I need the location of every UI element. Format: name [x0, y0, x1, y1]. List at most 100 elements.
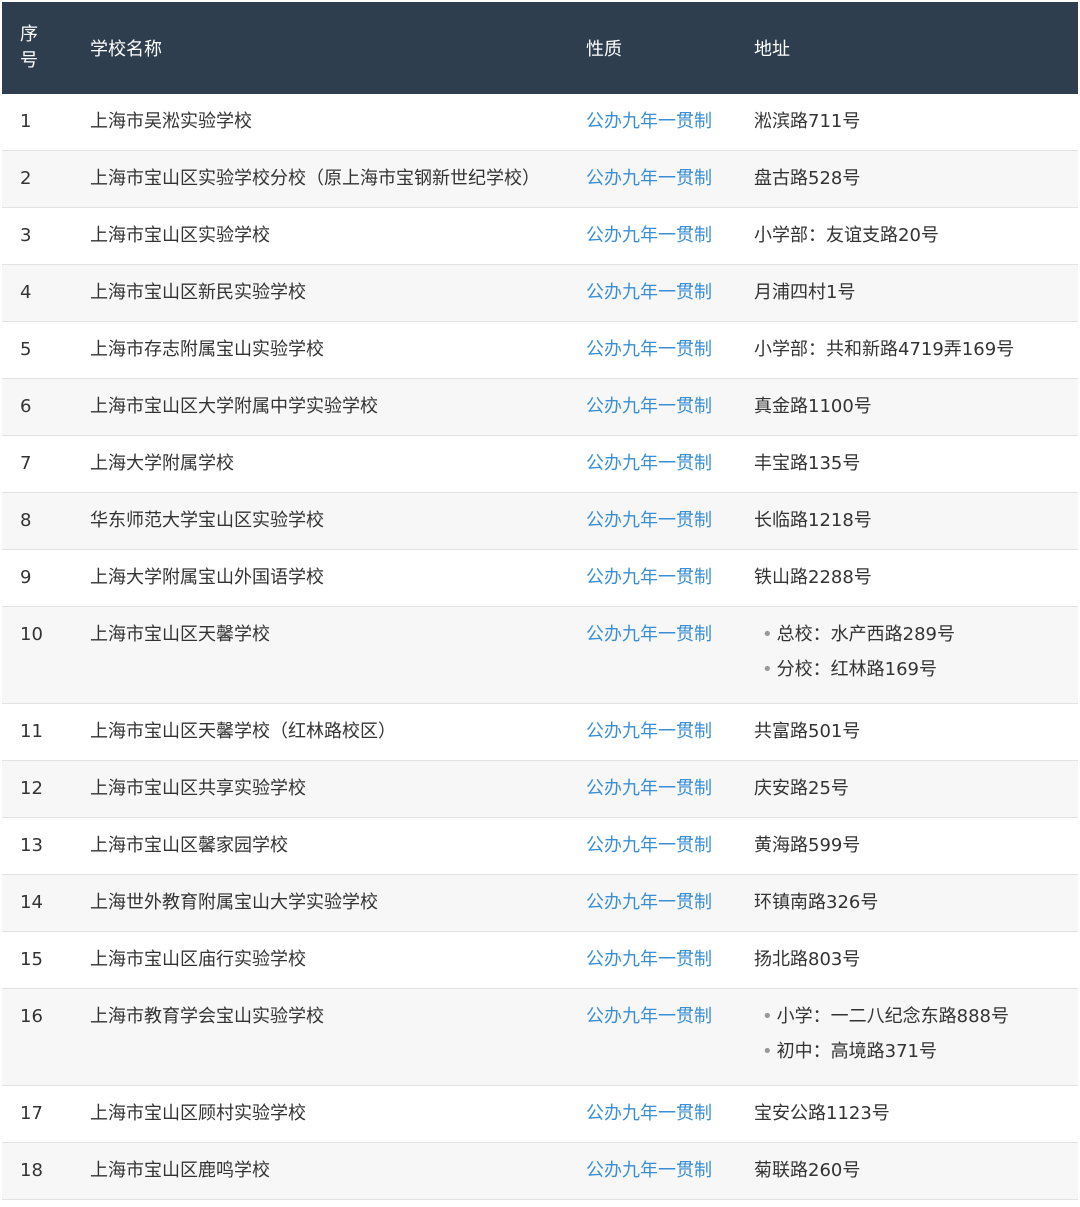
table-row: 13 上海市宝山区馨家园学校 公办九年一贯制 黄海路599号: [2, 818, 1078, 875]
school-address: • 小学：一二八纪念东路888号 • 初中：高境路371号: [752, 989, 1078, 1085]
school-name: 华东师范大学宝山区实验学校: [90, 510, 324, 531]
table-row: 4 上海市宝山区新民实验学校 公办九年一贯制 月浦四村1号: [2, 265, 1078, 322]
address-text: 小学：一二八纪念东路888号: [776, 1006, 1009, 1027]
school-type-link[interactable]: 公办九年一贯制: [584, 436, 752, 492]
table-row: 10 上海市宝山区天馨学校 公办九年一贯制 • 总校：水产西路289号 • 分校：红林路16…: [2, 607, 1078, 704]
row-number: 10: [20, 624, 43, 645]
header-name: 学校名称: [90, 39, 162, 60]
school-name: 上海市宝山区实验学校: [90, 225, 270, 246]
header-type: 性质: [586, 39, 622, 60]
school-address: 长临路1218号: [754, 510, 872, 531]
school-type-link[interactable]: 公办九年一贯制: [584, 1143, 752, 1199]
table-row: 15 上海市宝山区庙行实验学校 公办九年一贯制 扬北路803号: [2, 932, 1078, 989]
row-number: 5: [20, 339, 32, 360]
school-address: 小学部：共和新路4719弄169号: [754, 339, 1015, 360]
row-number: 3: [20, 225, 32, 246]
school-address: 盘古路528号: [754, 168, 861, 189]
school-type-link[interactable]: 公办九年一贯制: [584, 761, 752, 817]
address-list-item: • 小学：一二八纪念东路888号: [762, 1006, 1078, 1028]
row-number: 8: [20, 510, 32, 531]
table-body: 1 上海市吴淞实验学校 公办九年一贯制 淞滨路711号 2 上海市宝山区实验学校分校（原上…: [2, 94, 1078, 1200]
bullet-icon: •: [762, 1006, 773, 1027]
school-name: 上海市宝山区共享实验学校: [90, 778, 306, 799]
table-row: 11 上海市宝山区天馨学校（红林路校区） 公办九年一贯制 共富路501号: [2, 704, 1078, 761]
address-text: 分校：红林路169号: [776, 659, 937, 680]
bullet-icon: •: [762, 1041, 773, 1062]
school-type-link[interactable]: 公办九年一贯制: [584, 875, 752, 931]
school-name: 上海市宝山区馨家园学校: [90, 835, 288, 856]
address-list-item: • 分校：红林路169号: [762, 659, 1078, 681]
school-address: 黄海路599号: [754, 835, 861, 856]
school-type-link[interactable]: 公办九年一贯制: [584, 607, 752, 703]
school-address: 丰宝路135号: [754, 453, 861, 474]
table-row: 7 上海大学附属学校 公办九年一贯制 丰宝路135号: [2, 436, 1078, 493]
school-type-link[interactable]: 公办九年一贯制: [584, 493, 752, 549]
school-type-link[interactable]: 公办九年一贯制: [584, 818, 752, 874]
header-no: 序号: [20, 24, 38, 71]
table-row: 8 华东师范大学宝山区实验学校 公办九年一贯制 长临路1218号: [2, 493, 1078, 550]
school-address: 共富路501号: [754, 721, 861, 742]
row-number: 11: [20, 721, 43, 742]
table-row: 18 上海市宝山区鹿鸣学校 公办九年一贯制 菊联路260号: [2, 1143, 1078, 1200]
table-row: 12 上海市宝山区共享实验学校 公办九年一贯制 庆安路25号: [2, 761, 1078, 818]
school-name: 上海市吴淞实验学校: [90, 111, 252, 132]
school-type-link[interactable]: 公办九年一贯制: [584, 151, 752, 207]
table-row: 6 上海市宝山区大学附属中学实验学校 公办九年一贯制 真金路1100号: [2, 379, 1078, 436]
school-type-link[interactable]: 公办九年一贯制: [584, 208, 752, 264]
address-list: • 总校：水产西路289号 • 分校：红林路169号: [754, 624, 1078, 681]
table-row: 1 上海市吴淞实验学校 公办九年一贯制 淞滨路711号: [2, 94, 1078, 151]
school-address: 宝安公路1123号: [754, 1103, 890, 1124]
school-address: 小学部：友谊支路20号: [754, 225, 939, 246]
table-row: 14 上海世外教育附属宝山大学实验学校 公办九年一贯制 环镇南路326号: [2, 875, 1078, 932]
school-address: 庆安路25号: [754, 778, 849, 799]
school-name: 上海市宝山区新民实验学校: [90, 282, 306, 303]
school-name: 上海市存志附属宝山实验学校: [90, 339, 324, 360]
row-number: 6: [20, 396, 32, 417]
row-number: 2: [20, 168, 32, 189]
table-row: 17 上海市宝山区顾村实验学校 公办九年一贯制 宝安公路1123号: [2, 1086, 1078, 1143]
school-name: 上海大学附属宝山外国语学校: [90, 567, 324, 588]
school-type-link[interactable]: 公办九年一贯制: [584, 265, 752, 321]
school-address: 铁山路2288号: [754, 567, 872, 588]
school-name: 上海市宝山区天馨学校（红林路校区）: [90, 721, 396, 742]
row-number: 12: [20, 778, 43, 799]
school-name: 上海市宝山区实验学校分校（原上海市宝钢新世纪学校）: [90, 168, 540, 189]
school-address: 真金路1100号: [754, 396, 872, 417]
school-type-link[interactable]: 公办九年一贯制: [584, 932, 752, 988]
table-row: 16 上海市教育学会宝山实验学校 公办九年一贯制 • 小学：一二八纪念东路888号 • 初中…: [2, 989, 1078, 1086]
school-name: 上海世外教育附属宝山大学实验学校: [90, 892, 378, 913]
school-type-link[interactable]: 公办九年一贯制: [584, 550, 752, 606]
school-address: 菊联路260号: [754, 1160, 861, 1181]
row-number: 4: [20, 282, 32, 303]
header-address: 地址: [754, 39, 790, 60]
school-type-link[interactable]: 公办九年一贯制: [584, 379, 752, 435]
row-number: 17: [20, 1103, 43, 1124]
school-name: 上海市宝山区鹿鸣学校: [90, 1160, 270, 1181]
row-number: 1: [20, 111, 32, 132]
school-table: 序号 学校名称 性质 地址 1 上海市吴淞实验学校 公办九年一贯制 淞滨路711号 2 上…: [2, 2, 1078, 1200]
school-address: 环镇南路326号: [754, 892, 879, 913]
row-number: 16: [20, 1006, 43, 1027]
school-name: 上海大学附属学校: [90, 453, 234, 474]
row-number: 15: [20, 949, 43, 970]
table-row: 9 上海大学附属宝山外国语学校 公办九年一贯制 铁山路2288号: [2, 550, 1078, 607]
school-type-link[interactable]: 公办九年一贯制: [584, 322, 752, 378]
school-type-link[interactable]: 公办九年一贯制: [584, 1086, 752, 1142]
school-address: • 总校：水产西路289号 • 分校：红林路169号: [752, 607, 1078, 703]
school-name: 上海市宝山区天馨学校: [90, 624, 270, 645]
table-row: 5 上海市存志附属宝山实验学校 公办九年一贯制 小学部：共和新路4719弄169号: [2, 322, 1078, 379]
school-type-link[interactable]: 公办九年一贯制: [584, 94, 752, 150]
address-text: 初中：高境路371号: [776, 1041, 937, 1062]
bullet-icon: •: [762, 659, 773, 680]
table-row: 2 上海市宝山区实验学校分校（原上海市宝钢新世纪学校） 公办九年一贯制 盘古路528号: [2, 151, 1078, 208]
school-type-link[interactable]: 公办九年一贯制: [584, 989, 752, 1085]
school-name: 上海市宝山区庙行实验学校: [90, 949, 306, 970]
school-name: 上海市教育学会宝山实验学校: [90, 1006, 324, 1027]
row-number: 18: [20, 1160, 43, 1181]
school-name: 上海市宝山区大学附属中学实验学校: [90, 396, 378, 417]
row-number: 13: [20, 835, 43, 856]
bullet-icon: •: [762, 624, 773, 645]
row-number: 7: [20, 453, 32, 474]
row-number: 9: [20, 567, 32, 588]
school-type-link[interactable]: 公办九年一贯制: [584, 704, 752, 760]
